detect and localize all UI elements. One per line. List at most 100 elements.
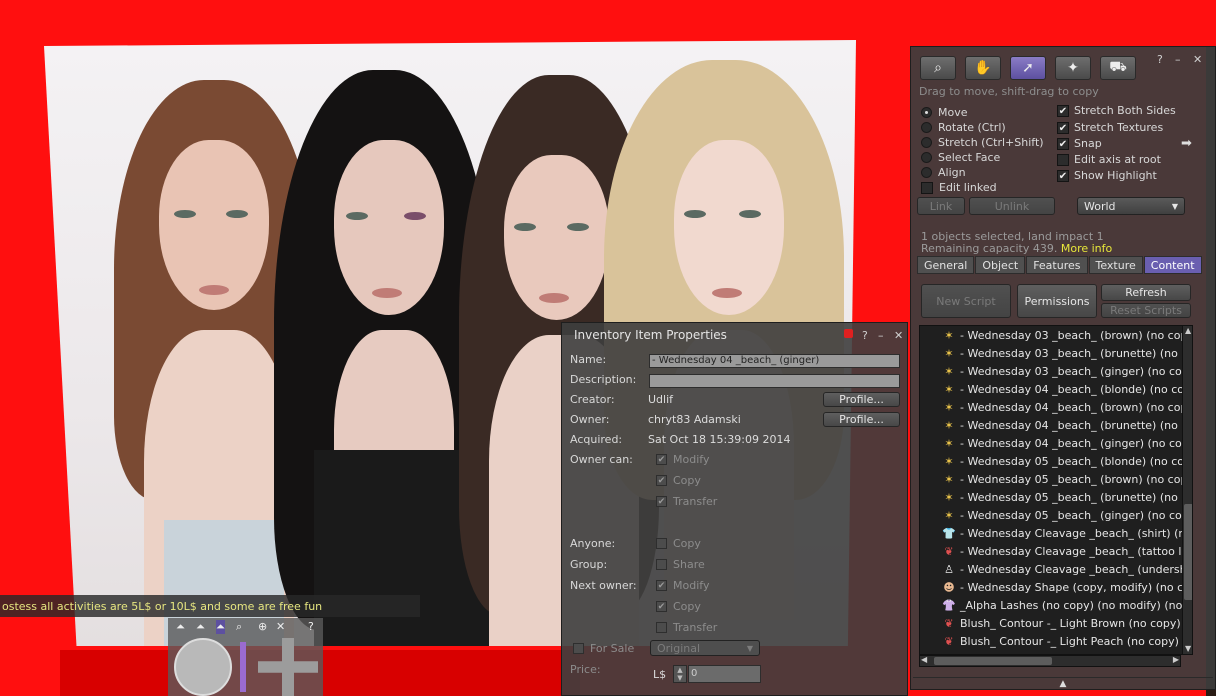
list-item[interactable]: ✶ - Wednesday 04 _beach_ (ginger) (no cop [920,434,1192,452]
checkbox[interactable]: ✔ [1057,137,1069,150]
collapse-panel-button[interactable]: ▲ [913,677,1213,689]
edit-tool-button[interactable]: ➚ [1010,56,1046,80]
unlink-button[interactable]: Unlink [969,197,1055,215]
grab-tool-button[interactable]: ✋ [965,56,1001,80]
increment-icon[interactable]: ▲ [674,666,686,674]
list-item[interactable]: 👚 _Alpha Lashes (no copy) (no modify) (no [920,596,1192,614]
tab-content[interactable]: Content [1143,256,1202,274]
list-item[interactable]: ✶ - Wednesday 05 _beach_ (blonde) (no co [920,452,1192,470]
stretch-both-sides-checkbox[interactable]: ✔ Stretch Both Sides [1057,104,1176,117]
camera-preset-side-icon[interactable]: ⏶ [196,620,205,634]
mode-align[interactable]: Align [921,166,966,179]
description-field[interactable] [649,374,900,388]
mode-select-face[interactable]: Select Face [921,151,1000,164]
zoom-slider[interactable] [240,642,246,692]
help-icon[interactable]: ? [862,329,868,342]
list-item[interactable]: ❦ Blush_ Contour -_ Light Peach (no copy)… [920,632,1192,650]
next-owner-copy-checkbox[interactable]: ✔ Copy [656,600,701,613]
checkbox[interactable] [656,622,667,633]
link-button[interactable]: Link [917,197,965,215]
price-spinner[interactable]: ▲ ▼ [673,665,687,683]
mode-move[interactable]: Move [921,106,968,119]
radio-button[interactable] [921,107,932,118]
edit-axis-at-root-checkbox[interactable]: Edit axis at root [1057,153,1161,166]
scroll-right-icon[interactable]: ▶ [1173,655,1179,664]
scroll-down-icon[interactable]: ▼ [1185,644,1191,653]
list-item[interactable]: ♙ - Wednesday Cleavage _beach_ (undersh [920,560,1192,578]
edit-linked-checkbox[interactable]: Edit linked [921,181,997,194]
reset-scripts-button[interactable]: Reset Scripts [1101,303,1191,318]
inventory-item-properties-floater[interactable]: Inventory Item Properties ? – ✕ Name: - … [561,322,908,696]
list-item[interactable]: ✶ - Wednesday 05 _beach_ (brunette) (no c [920,488,1192,506]
snap-options-arrow-icon[interactable]: ➡ [1181,136,1192,151]
object-contents-list[interactable]: ✶ - Wednesday 03 _beach_ (brown) (no copy… [919,325,1193,655]
checkbox[interactable]: ✔ [1057,169,1069,182]
focus-tool-button[interactable]: ⌕ [920,56,956,80]
camera-preset-front-icon[interactable]: ⏶ [176,620,185,634]
stretch-textures-checkbox[interactable]: ✔ Stretch Textures [1057,121,1163,134]
list-item[interactable]: ✶ - Wednesday 05 _beach_ (brown) (no cop [920,470,1192,488]
checkbox[interactable] [573,643,584,654]
close-icon[interactable]: ✕ [276,620,285,633]
minimize-icon[interactable]: – [878,329,884,342]
radio-button[interactable] [921,122,932,133]
checkbox[interactable]: ✔ [1057,104,1069,117]
land-tool-button[interactable]: ⛟ [1100,56,1136,80]
list-item[interactable]: ☻ - Wednesday Shape (copy, modify) (no c [920,578,1192,596]
radio-button[interactable] [921,137,932,148]
decrement-icon[interactable]: ▼ [674,674,686,682]
create-tool-button[interactable]: ✦ [1055,56,1091,80]
for-sale-checkbox[interactable]: For Sale [573,642,634,655]
scroll-left-icon[interactable]: ◀ [921,655,927,664]
vertical-scrollbar[interactable]: ▲ ▼ [1182,326,1192,654]
close-icon[interactable]: ✕ [1193,53,1202,66]
checkbox[interactable] [656,559,667,570]
checkbox[interactable] [656,538,667,549]
camera-controls[interactable]: ⏶ ⏶ ⏶ ⌕ ⊕ ✕ ? [168,618,323,696]
tab-general[interactable]: General [917,256,975,274]
name-field[interactable]: - Wednesday 04 _beach_ (ginger) [649,354,900,368]
pan-icon[interactable]: ⊕ [258,620,267,633]
mode-stretch[interactable]: Stretch (Ctrl+Shift) [921,136,1044,149]
group-share-checkbox[interactable]: Share [656,558,705,571]
build-tools-floater[interactable]: ⌕ ✋ ➚ ✦ ⛟ ? – ✕ Drag to move, shift-drag… [910,46,1216,690]
orbit-joystick[interactable] [174,638,232,696]
show-highlight-checkbox[interactable]: ✔ Show Highlight [1057,169,1157,182]
help-icon[interactable]: ? [308,620,314,633]
radio-button[interactable] [921,152,932,163]
checkbox[interactable]: ✔ [656,601,667,612]
creator-profile-button[interactable]: Profile... [823,392,900,407]
scrollbar-thumb[interactable] [934,657,1052,665]
list-item[interactable]: ✶ - Wednesday 05 _beach_ (ginger) (no cop [920,506,1192,524]
checkbox[interactable]: ✔ [1057,121,1069,134]
checkbox[interactable] [921,181,933,194]
tab-features[interactable]: Features [1026,256,1088,274]
snap-checkbox[interactable]: ✔ Snap [1057,137,1102,150]
checkbox[interactable] [1057,153,1069,166]
list-item[interactable]: ✶ - Wednesday 03 _beach_ (brown) (no copy [920,326,1192,344]
price-field[interactable]: 0 [688,665,761,683]
list-item[interactable]: ✶ - Wednesday 03 _beach_ (ginger) (no cop [920,362,1192,380]
camera-preset-rear-icon[interactable]: ⏶ [216,620,225,634]
scroll-up-icon[interactable]: ▲ [1185,326,1191,335]
zoom-icon[interactable]: ⌕ [236,620,242,634]
radio-button[interactable] [921,167,932,178]
list-item[interactable]: ✶ - Wednesday 04 _beach_ (blonde) (no co [920,380,1192,398]
horizontal-scrollbar[interactable]: ◀ ▶ [919,655,1181,667]
tab-object[interactable]: Object [975,256,1026,274]
next-owner-modify-checkbox[interactable]: ✔ Modify [656,579,709,592]
list-item[interactable]: 👕 - Wednesday Cleavage _beach_ (shirt) (n [920,524,1192,542]
list-item[interactable]: ✶ - Wednesday 04 _beach_ (brown) (no cop [920,398,1192,416]
list-item[interactable]: ❦ Blush_ Contour -_ Light Brown (no copy)… [920,614,1192,632]
list-item[interactable]: ✶ - Wednesday 03 _beach_ (brunette) (no c [920,344,1192,362]
ruler-mode-dropdown[interactable]: World ▼ [1077,197,1185,215]
help-icon[interactable]: ? [1157,53,1163,66]
sale-type-dropdown[interactable]: Original ▼ [650,640,760,656]
list-item[interactable]: ❦ - Wednesday Cleavage _beach_ (tattoo la [920,542,1192,560]
scrollbar-thumb[interactable] [1184,504,1192,600]
close-icon[interactable]: ✕ [894,329,903,342]
refresh-button[interactable]: Refresh [1101,284,1191,301]
checkbox[interactable]: ✔ [656,580,667,591]
more-info-link[interactable]: More info [1061,242,1112,255]
pan-joystick[interactable] [258,638,318,696]
